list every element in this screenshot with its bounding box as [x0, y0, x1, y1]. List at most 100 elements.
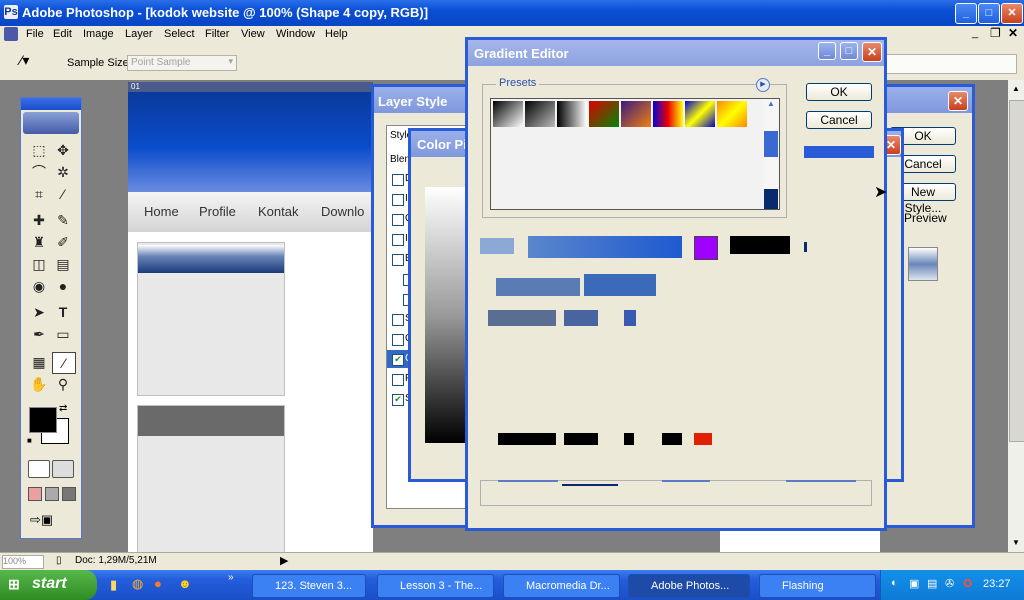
preset-blue-yellow-blue[interactable]	[685, 101, 715, 127]
style-checkbox[interactable]	[392, 234, 404, 246]
task-lesson[interactable]: Lesson 3 - The...	[377, 574, 494, 598]
quicklaunch-messenger-icon[interactable]: ☻	[178, 576, 192, 591]
tray-icon[interactable]: ✪	[963, 577, 972, 590]
jump-to-imageready-icon[interactable]: ⇨▣	[30, 512, 72, 530]
document-canvas[interactable]: 01 Home Profile Kontak Downlo	[128, 82, 373, 552]
eyedropper-tool-icon[interactable]: ⁄	[52, 352, 76, 374]
healing-brush-icon[interactable]: ✚	[28, 210, 50, 230]
quicklaunch-firefox-icon[interactable]: ●	[154, 576, 162, 591]
black-swatch[interactable]	[730, 236, 790, 254]
style-checkbox[interactable]	[392, 334, 404, 346]
color-stop[interactable]	[498, 433, 556, 445]
gradient-ok-button[interactable]: OK	[806, 83, 872, 101]
adobe-online-icon[interactable]	[23, 112, 79, 134]
presets-scrollbar[interactable]: ▲	[763, 99, 779, 209]
tray-icon[interactable]: ▤	[927, 577, 937, 590]
hand-tool-icon[interactable]: ✋	[28, 374, 50, 394]
red-color-stop[interactable]	[694, 433, 712, 445]
eraser-tool-icon[interactable]: ◫	[28, 254, 50, 274]
zoom-field[interactable]: 100%	[2, 555, 44, 569]
scroll-thumb[interactable]	[764, 131, 778, 157]
screen-mode-3-button[interactable]	[62, 487, 76, 501]
menu-file[interactable]: File	[26, 28, 44, 40]
layer-style-close-button[interactable]: ✕	[948, 91, 968, 111]
tray-icon[interactable]: ◐	[891, 577, 898, 589]
doc-restore-button[interactable]: ❐	[990, 26, 1001, 40]
scroll-down-icon[interactable]: ▼	[1010, 538, 1022, 550]
sample-size-select[interactable]: Point Sample ▾	[127, 55, 237, 71]
dodge-tool-icon[interactable]: ●	[52, 276, 74, 296]
task-flashing[interactable]: Flashing	[759, 574, 876, 598]
gradient-cancel-button[interactable]: Cancel	[806, 111, 872, 129]
gradient-editor-maximize-button[interactable]: □	[840, 42, 858, 60]
lasso-tool-icon[interactable]: ⌒	[28, 162, 50, 182]
menu-image[interactable]: Image	[83, 28, 114, 40]
nav-home[interactable]: Home	[144, 204, 179, 219]
preset-black-white[interactable]	[557, 101, 587, 127]
blur-tool-icon[interactable]: ◉	[28, 276, 50, 296]
path-select-icon[interactable]: ➤	[28, 302, 50, 322]
preset-violet-orange[interactable]	[621, 101, 651, 127]
gradient-tool-icon[interactable]: ▤	[52, 254, 74, 274]
preset-red-green[interactable]	[589, 101, 619, 127]
menu-filter[interactable]: Filter	[205, 28, 229, 40]
presets-list[interactable]: ▲	[490, 98, 780, 210]
default-colors-icon[interactable]: ■	[27, 436, 32, 445]
gradient-editor-close-button[interactable]: ✕	[862, 42, 882, 62]
vertical-scrollbar[interactable]: ▲ ▼	[1008, 80, 1024, 552]
type-tool-icon[interactable]: T	[52, 302, 74, 322]
start-button[interactable]: ⊞ start	[0, 570, 97, 600]
style-checkbox[interactable]	[392, 314, 404, 326]
quicklaunch-folder-icon[interactable]: ▮	[110, 577, 117, 593]
gradient-editor-minimize-button[interactable]: _	[818, 42, 836, 60]
clone-stamp-icon[interactable]: ♜	[28, 232, 50, 252]
magic-wand-icon[interactable]: ✲	[52, 162, 74, 182]
swap-colors-icon[interactable]: ⇄	[59, 403, 67, 414]
minimize-button[interactable]: _	[955, 3, 977, 24]
pen-tool-icon[interactable]: ✒	[28, 324, 50, 344]
task-macromedia[interactable]: Macromedia Dr...	[503, 574, 620, 598]
scroll-down-icon[interactable]	[764, 189, 778, 209]
color-stop[interactable]	[662, 433, 682, 445]
gradient-strip[interactable]	[528, 236, 682, 258]
task-photoshop[interactable]: Adobe Photos...	[628, 574, 750, 598]
scroll-up-icon[interactable]: ▲	[763, 99, 779, 113]
preset-orange-yellow[interactable]	[717, 101, 747, 127]
nav-profile[interactable]: Profile	[199, 204, 236, 219]
quickmask-mode-button[interactable]	[52, 460, 74, 478]
color-stop[interactable]	[564, 433, 598, 445]
move-tool-icon[interactable]: ✥	[52, 140, 74, 160]
shape-tool-icon[interactable]: ▭	[52, 324, 74, 344]
color-stop[interactable]	[624, 433, 634, 445]
quicklaunch-browser-icon[interactable]: ◍	[132, 576, 143, 592]
marquee-tool-icon[interactable]: ⬚	[28, 140, 50, 160]
doc-close-button[interactable]: ✕	[1008, 26, 1018, 40]
style-checkbox[interactable]	[392, 254, 404, 266]
task-steven[interactable]: 123. Steven 3...	[252, 574, 366, 598]
close-button[interactable]: ✕	[1001, 3, 1023, 24]
menu-help[interactable]: Help	[325, 28, 348, 40]
preset-fg-transparent[interactable]	[525, 101, 555, 127]
menu-window[interactable]: Window	[276, 28, 315, 40]
scroll-up-icon[interactable]: ▲	[1010, 84, 1022, 96]
menu-layer[interactable]: Layer	[125, 28, 153, 40]
preset-fg-bg[interactable]	[493, 101, 523, 127]
style-checkbox[interactable]	[392, 174, 404, 186]
style-checkbox[interactable]	[392, 374, 404, 386]
nav-kontak[interactable]: Kontak	[258, 204, 298, 219]
screen-mode-1-button[interactable]	[28, 487, 42, 501]
tray-icon[interactable]: ▣	[909, 577, 919, 590]
scroll-thumb[interactable]	[1009, 100, 1024, 442]
slice-tool-icon[interactable]: ⁄	[52, 184, 74, 204]
nav-download[interactable]: Downlo	[321, 204, 364, 219]
screen-mode-2-button[interactable]	[45, 487, 59, 501]
preset-blue-red-yellow[interactable]	[653, 101, 683, 127]
style-checkbox[interactable]	[392, 194, 404, 206]
foreground-color-swatch[interactable]	[29, 407, 57, 433]
quicklaunch-more-icon[interactable]: »	[228, 572, 234, 583]
standard-mode-button[interactable]	[28, 460, 50, 478]
notes-tool-icon[interactable]: ▦	[28, 352, 50, 372]
presets-menu-icon[interactable]: ▶	[756, 78, 770, 92]
menu-view[interactable]: View	[241, 28, 265, 40]
tray-icon[interactable]: ✇	[945, 577, 954, 590]
